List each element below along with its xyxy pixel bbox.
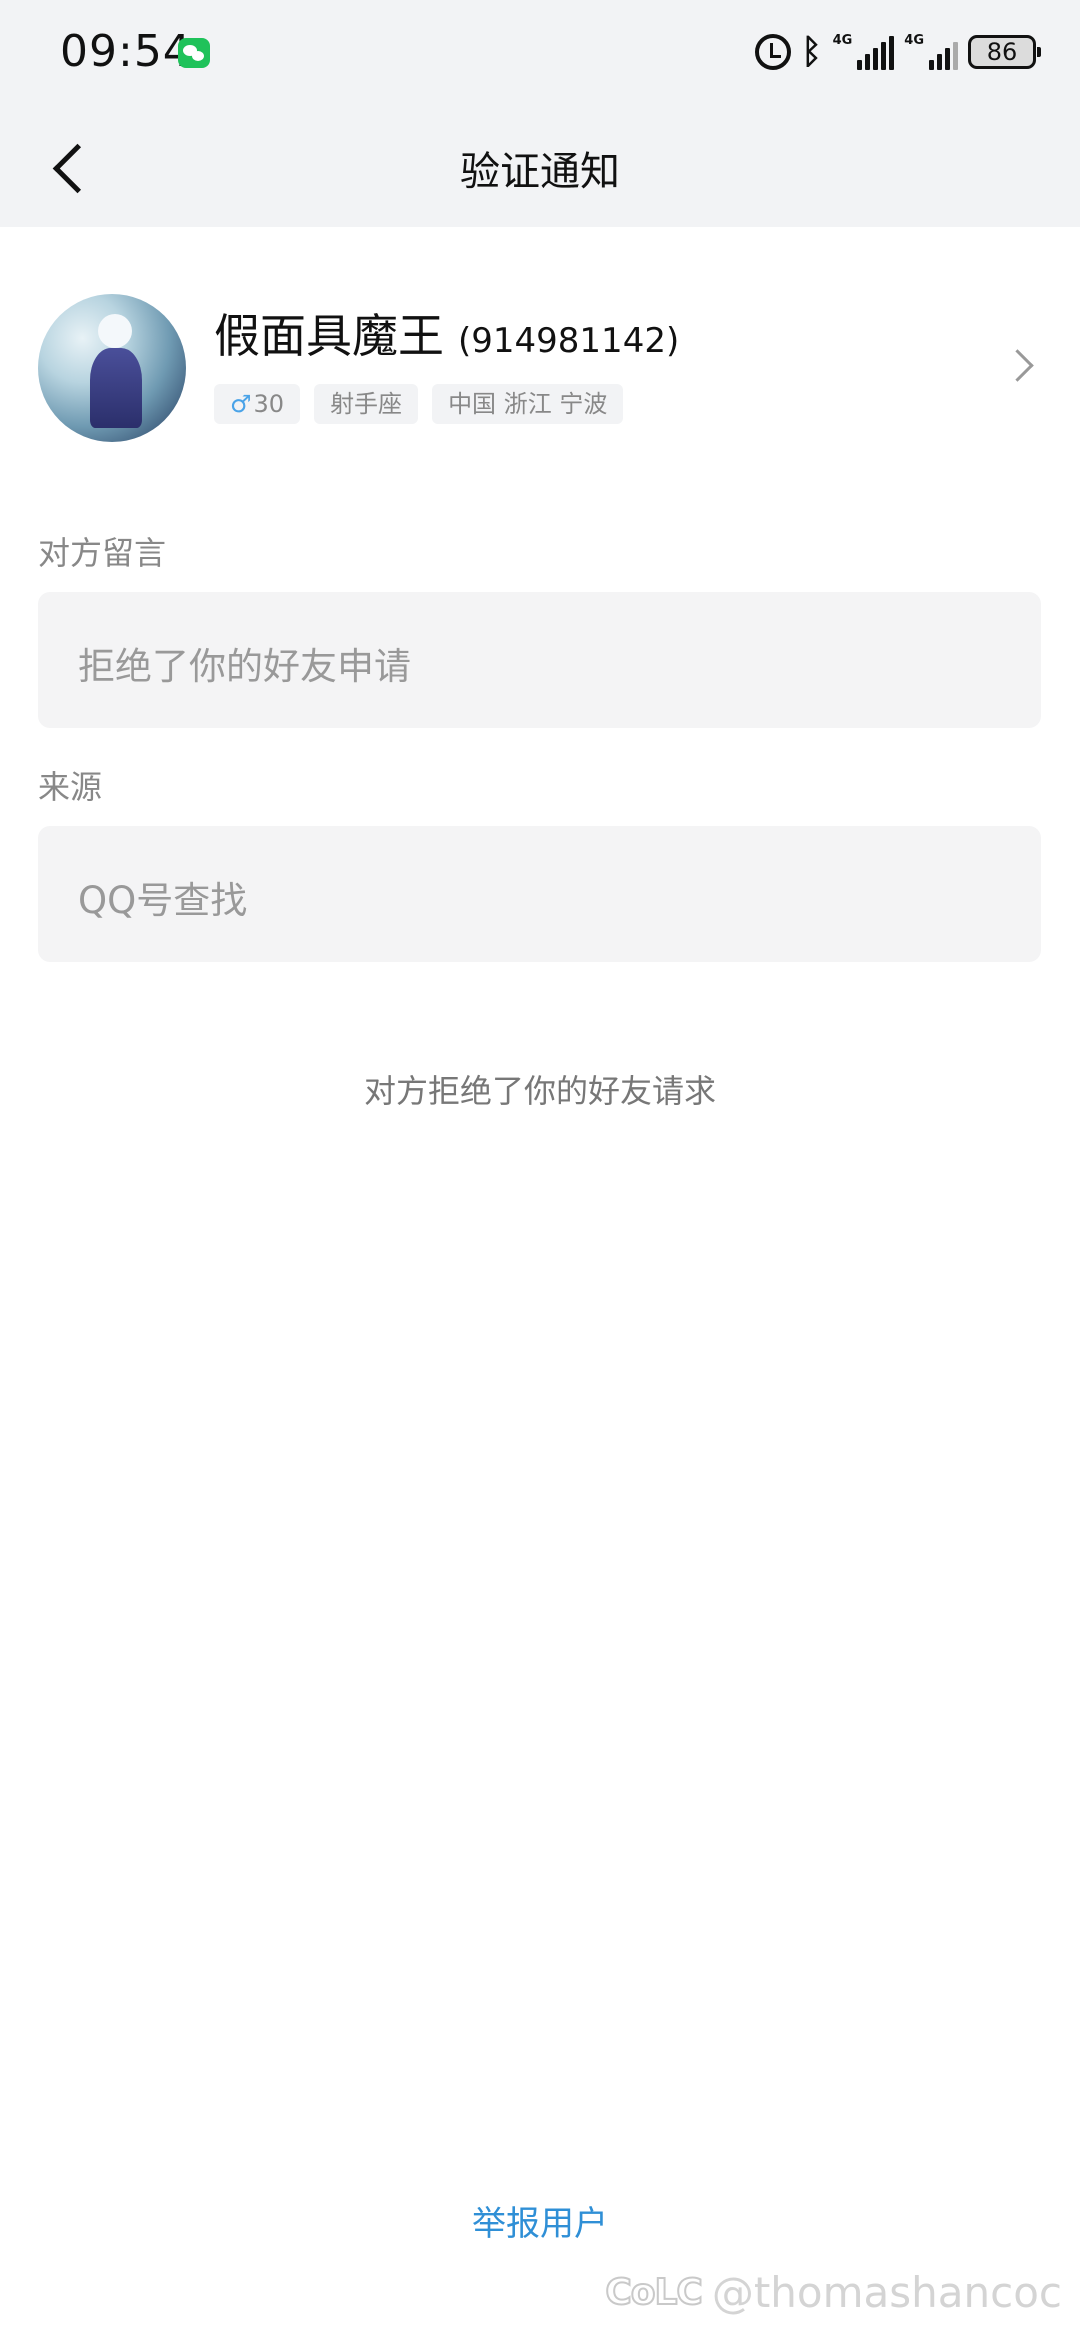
report-user-link[interactable]: 举报用户 — [0, 2196, 1080, 2245]
status-icons: ᛒ 4G 4G 86 — [754, 30, 1041, 74]
message-text: 拒绝了你的好友申请 — [78, 645, 411, 688]
profile-card[interactable]: 假面具魔王 (914981142) ♂30 射手座 中国 浙江 宁波 — [0, 282, 1080, 442]
source-text: QQ号查找 — [78, 879, 248, 922]
watermark-handle: @thomashancoc — [711, 2268, 1062, 2317]
message-field: 拒绝了你的好友申请 — [38, 592, 1041, 728]
source-field: QQ号查找 — [38, 826, 1041, 962]
watermark: CoLC @thomashancoc — [604, 2268, 1062, 2317]
wechat-icon — [178, 38, 210, 68]
status-time: 09:54 — [60, 26, 192, 77]
age-label: 30 — [253, 390, 285, 418]
profile-name: 假面具魔王 — [214, 309, 444, 363]
message-section-label: 对方留言 — [38, 534, 167, 572]
bluetooth-icon: ᛒ — [801, 32, 822, 72]
alarm-icon — [754, 34, 791, 70]
location-tag: 中国 浙江 宁波 — [432, 384, 624, 424]
nav-bar: 验证通知 — [0, 105, 1080, 227]
page-title: 验证通知 — [460, 149, 620, 195]
source-section-label: 来源 — [38, 768, 103, 806]
gender-age-tag: ♂30 — [214, 384, 301, 424]
profile-tags: ♂30 射手座 中国 浙江 宁波 — [214, 384, 624, 424]
male-icon: ♂ — [230, 390, 252, 418]
signal-icon: 4G — [904, 34, 958, 70]
zodiac-tag: 射手座 — [314, 384, 419, 424]
status-message: 对方拒绝了你的好友请求 — [363, 1072, 716, 1110]
watermark-logo: CoLC — [604, 2271, 704, 2314]
avatar[interactable] — [38, 294, 186, 442]
network-type-label: 4G — [832, 33, 853, 48]
profile-name-line: 假面具魔王 (914981142) — [214, 300, 679, 366]
network-type-label: 4G — [904, 33, 924, 48]
profile-qq-number: (914981142) — [458, 321, 680, 361]
status-bar: 09:54 ᛒ 4G 4G 86 — [0, 0, 1080, 105]
chevron-right-icon[interactable] — [1006, 348, 1036, 378]
battery-icon: 86 — [968, 35, 1041, 69]
signal-icon: 4G — [833, 34, 895, 70]
